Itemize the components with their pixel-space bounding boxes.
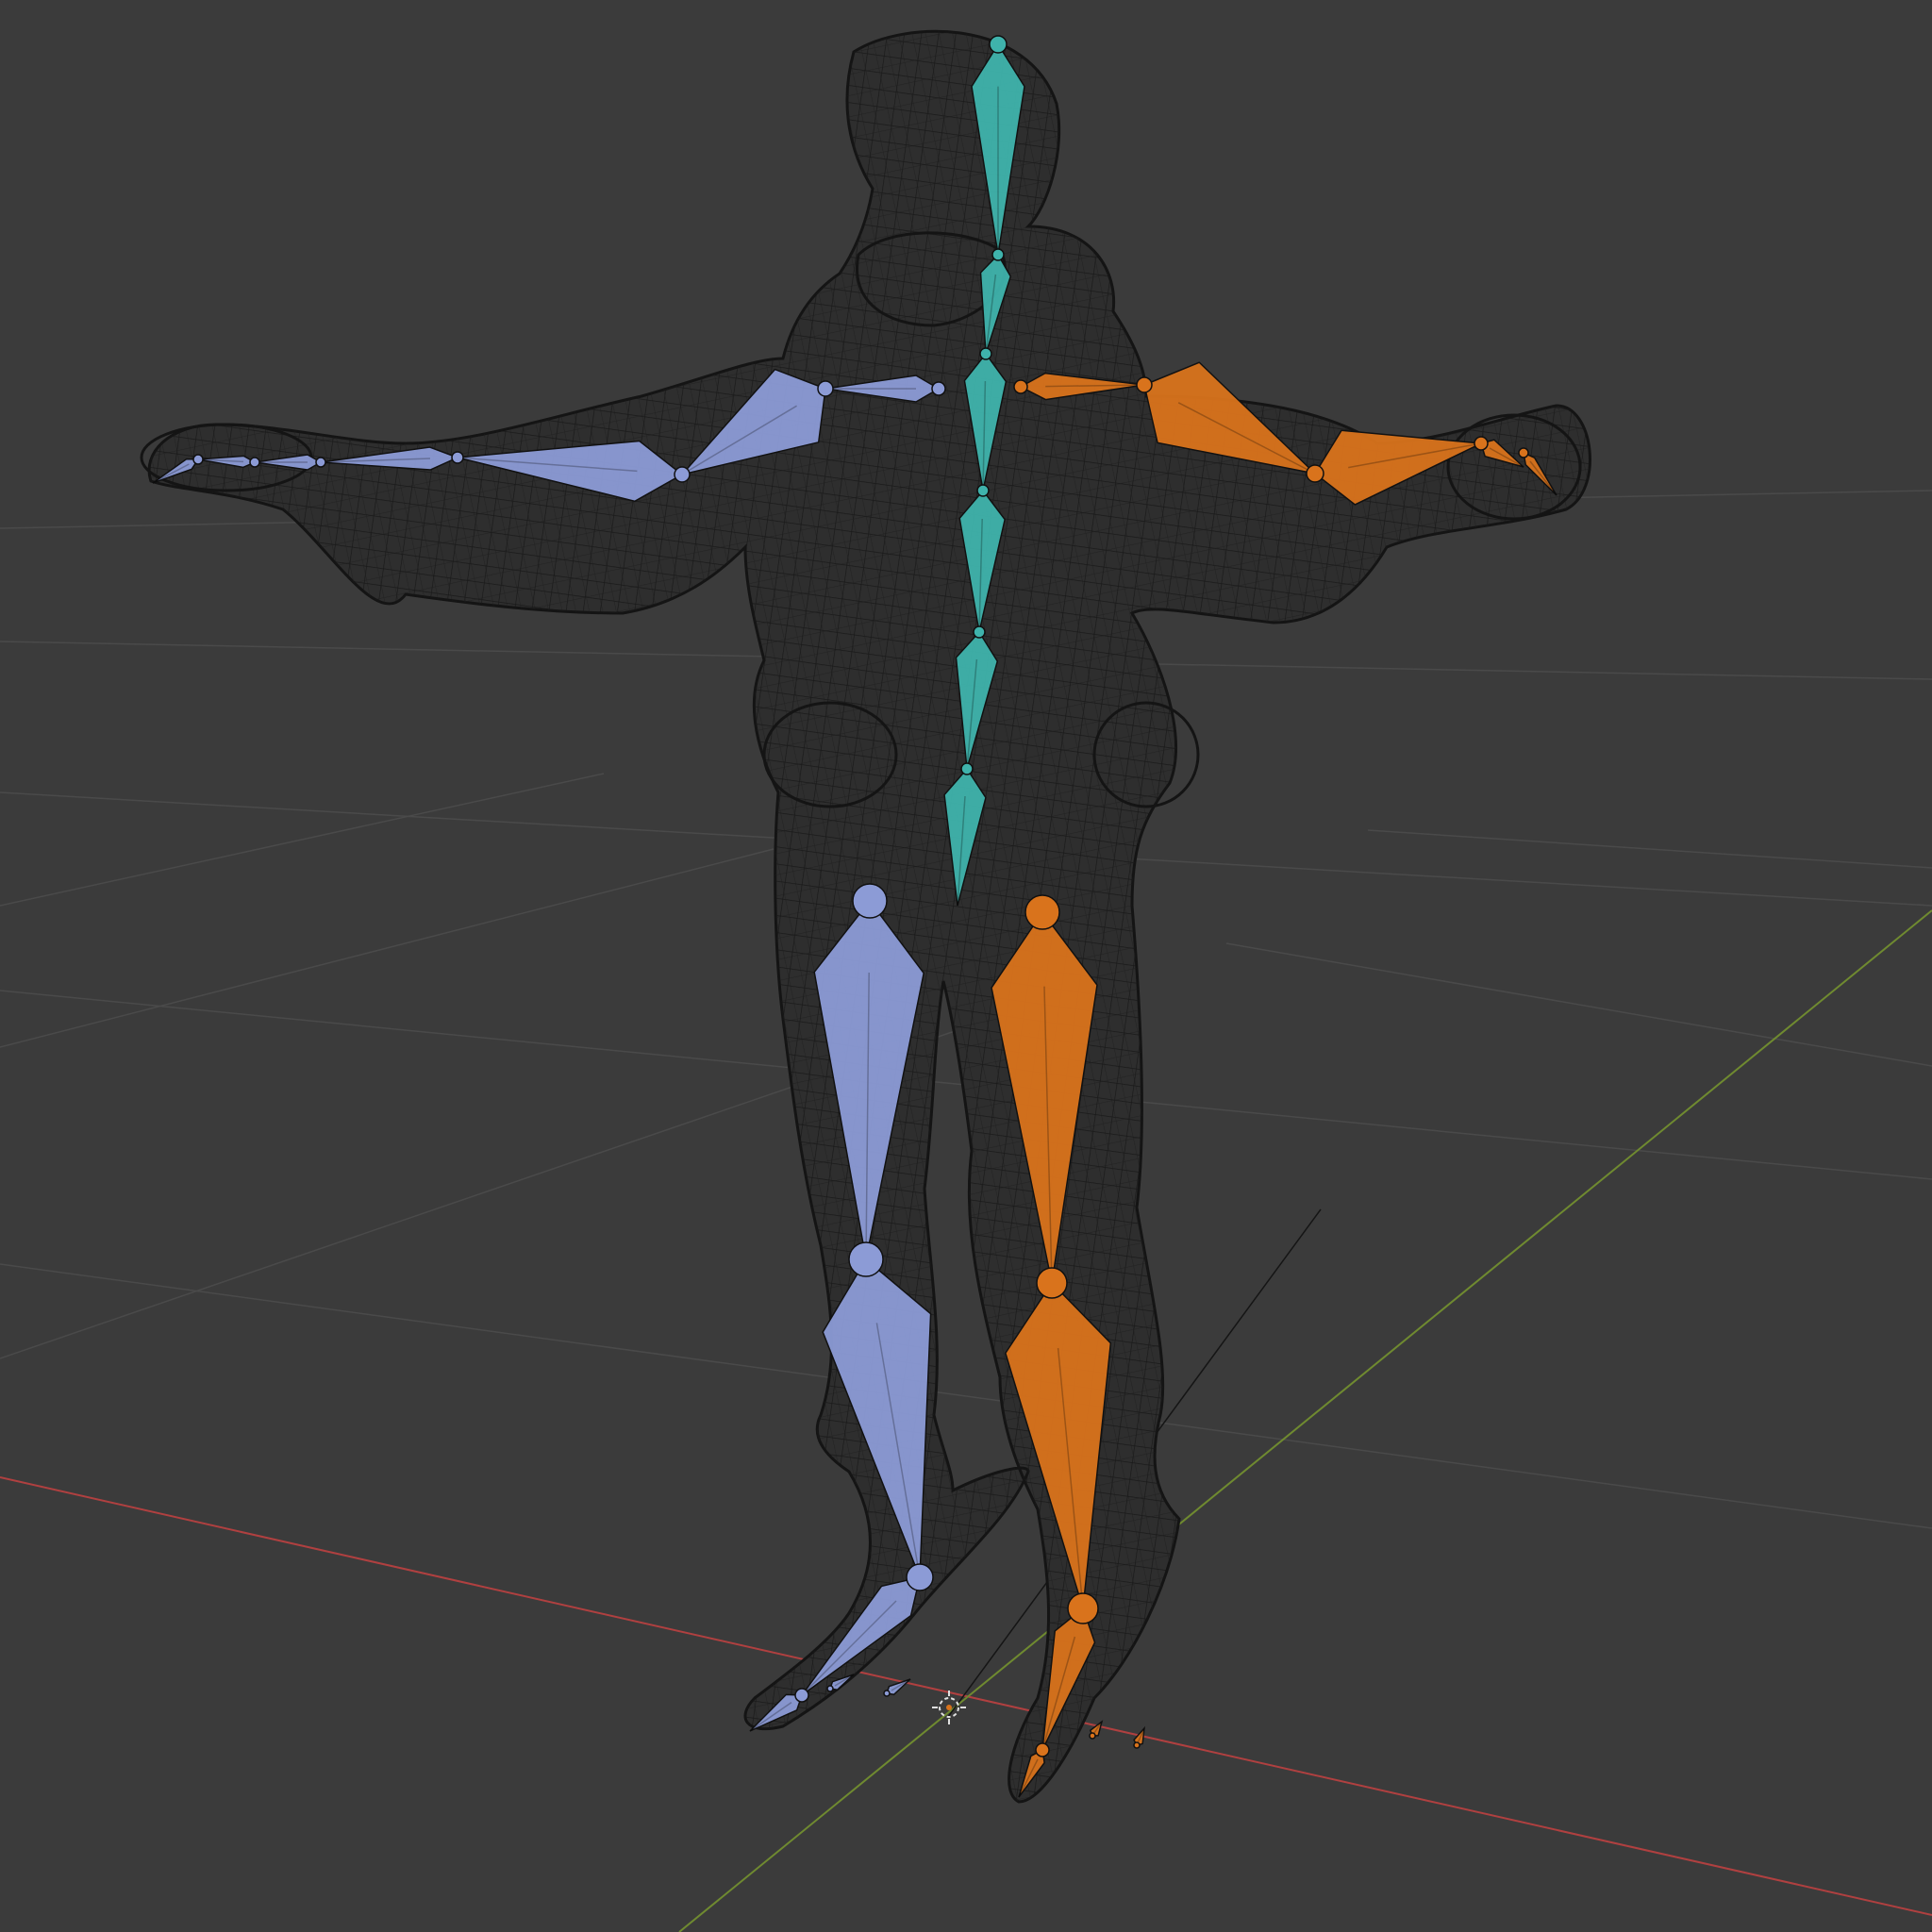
scene-canvas[interactable]: [0, 0, 1932, 1932]
bone-left-toe-small-2[interactable]: [883, 1678, 911, 1697]
grid-line: [0, 848, 774, 1048]
grid-line: [1367, 829, 1932, 869]
grid-line: [1225, 942, 1932, 1067]
grid-line: [0, 773, 605, 907]
3d-viewport[interactable]: [0, 0, 1932, 1932]
bone-right-toe-small-2[interactable]: [1133, 1725, 1146, 1749]
